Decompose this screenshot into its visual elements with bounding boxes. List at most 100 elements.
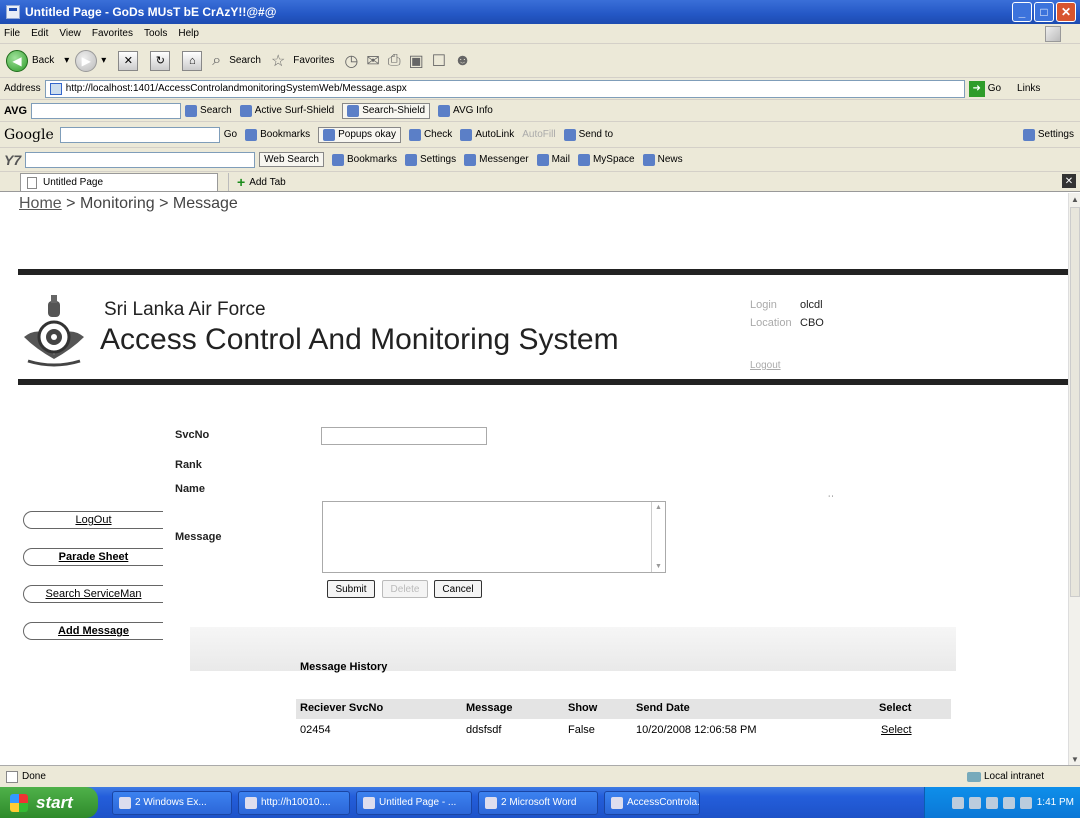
- maximize-button[interactable]: □: [1034, 2, 1054, 22]
- sidebar-logout-button[interactable]: LogOut: [23, 511, 163, 529]
- window-titlebar[interactable]: Untitled Page - GoDs MUsT bE CrAzY!!@#@ …: [0, 0, 1080, 24]
- messenger-icon[interactable]: ☻: [454, 52, 471, 70]
- mail-icon[interactable]: ✉: [366, 51, 379, 71]
- menu-edit[interactable]: Edit: [31, 28, 48, 39]
- search-shield-button[interactable]: Search-Shield: [342, 102, 431, 119]
- scroll-down-icon[interactable]: ▼: [1069, 753, 1080, 765]
- favorites-button[interactable]: Favorites: [293, 55, 334, 66]
- avg-search-button[interactable]: Search: [185, 104, 232, 117]
- task-access-control[interactable]: AccessControla...: [604, 790, 700, 815]
- news-icon: [642, 153, 655, 166]
- discuss-icon[interactable]: ☐: [432, 51, 446, 71]
- stop-icon[interactable]: ✕: [118, 50, 139, 71]
- clock[interactable]: 1:41 PM: [1037, 797, 1074, 808]
- autofill-button[interactable]: AutoFill: [522, 129, 555, 140]
- address-bar: Address http://localhost:1401/AccessCont…: [0, 78, 1080, 100]
- submit-button[interactable]: Submit: [327, 580, 375, 598]
- avg-info-button[interactable]: AVG Info: [438, 104, 493, 117]
- search-shield-label: Search-Shield: [362, 105, 426, 116]
- air-force-emblem-icon: [24, 295, 84, 367]
- task-untitled-page[interactable]: Untitled Page - ...: [356, 790, 472, 815]
- menu-file[interactable]: File: [4, 28, 20, 39]
- edit-icon[interactable]: ▣: [409, 51, 424, 71]
- tray-icon[interactable]: [1002, 796, 1015, 809]
- check-button[interactable]: Check: [408, 128, 452, 141]
- task-microsoft-word[interactable]: 2 Microsoft Word: [478, 790, 598, 815]
- messenger-button[interactable]: Messenger: [464, 153, 529, 166]
- myspace-label: MySpace: [592, 154, 635, 165]
- back-dropdown-icon[interactable]: ▾: [64, 55, 69, 66]
- svcno-input[interactable]: [321, 427, 487, 445]
- history-icon[interactable]: ◷: [344, 51, 358, 71]
- print-icon[interactable]: ⎙: [388, 52, 401, 70]
- tab-untitled-page[interactable]: Untitled Page: [20, 173, 218, 191]
- add-tab-button[interactable]: + Add Tab: [228, 173, 294, 191]
- cancel-button[interactable]: Cancel: [434, 580, 482, 598]
- menu-tools[interactable]: Tools: [144, 28, 167, 39]
- back-button[interactable]: Back: [32, 55, 54, 66]
- sidebar-add-message-button[interactable]: Add Message: [23, 622, 163, 640]
- task-browser-h10010[interactable]: http://h10010....: [238, 790, 350, 815]
- message-textarea[interactable]: ▲ ▼: [322, 501, 666, 573]
- page-scrollbar[interactable]: ▲ ▼: [1068, 193, 1080, 765]
- word-icon: [485, 796, 497, 809]
- send-to-button[interactable]: Send to: [563, 128, 613, 141]
- tray-icon[interactable]: [951, 796, 964, 809]
- scroll-up-icon[interactable]: ▲: [655, 504, 662, 511]
- yahoo-bookmarks-button[interactable]: Bookmarks: [331, 153, 397, 166]
- close-tab-icon[interactable]: ✕: [1062, 174, 1076, 188]
- sidebar-search-serviceman-button[interactable]: Search ServiceMan: [23, 585, 163, 603]
- go-button[interactable]: ➜ Go: [968, 80, 1001, 97]
- myspace-button[interactable]: MySpace: [577, 153, 635, 166]
- search-button[interactable]: Search: [229, 55, 261, 66]
- news-button[interactable]: News: [642, 153, 683, 166]
- start-button[interactable]: start: [0, 787, 98, 818]
- yahoo-settings-button[interactable]: Settings: [404, 153, 456, 166]
- mail-button[interactable]: Mail: [536, 153, 570, 166]
- forward-dropdown-icon[interactable]: ▾: [101, 55, 106, 66]
- tray-icon[interactable]: [985, 796, 998, 809]
- favorites-star-icon[interactable]: ☆: [271, 51, 285, 71]
- avg-toolbar: AVG Search Active Surf-Shield Search-Shi…: [0, 100, 1080, 122]
- task-windows-explorer[interactable]: 2 Windows Ex...: [112, 790, 232, 815]
- forward-arrow-icon[interactable]: ▶: [75, 49, 98, 72]
- menu-view[interactable]: View: [59, 28, 81, 39]
- sidebar-parade-sheet-button[interactable]: Parade Sheet: [23, 548, 163, 566]
- autolink-button[interactable]: AutoLink: [460, 128, 514, 141]
- decorative-mark: ˙˙: [828, 495, 835, 506]
- page-icon: [27, 176, 37, 189]
- menu-help[interactable]: Help: [178, 28, 199, 39]
- scroll-down-icon[interactable]: ▼: [655, 563, 662, 570]
- refresh-icon[interactable]: ↻: [150, 50, 171, 71]
- delete-button[interactable]: Delete: [382, 580, 428, 598]
- links-button[interactable]: Links: [1017, 83, 1040, 94]
- google-settings-button[interactable]: Settings: [1022, 128, 1074, 141]
- header-logout-link[interactable]: Logout: [750, 360, 781, 371]
- breadcrumb: Home > Monitoring > Message: [19, 195, 238, 213]
- row-select-link[interactable]: Select: [881, 724, 912, 736]
- web-search-button[interactable]: Web Search: [259, 152, 324, 167]
- scroll-thumb[interactable]: [1070, 207, 1080, 597]
- tray-icon[interactable]: [1019, 796, 1032, 809]
- avg-search-label: Search: [200, 105, 232, 116]
- textarea-scrollbar[interactable]: ▲ ▼: [651, 502, 665, 572]
- task-label: 2 Microsoft Word: [501, 797, 577, 808]
- close-button[interactable]: ✕: [1056, 2, 1076, 22]
- google-go-button[interactable]: Go: [224, 129, 237, 140]
- active-surf-shield-button[interactable]: Active Surf-Shield: [239, 104, 334, 117]
- scroll-up-icon[interactable]: ▲: [1069, 193, 1080, 205]
- bookmarks-button[interactable]: Bookmarks: [245, 128, 310, 141]
- google-search-input[interactable]: [59, 126, 220, 143]
- popups-button[interactable]: Popups okay: [318, 126, 401, 143]
- yahoo-search-input[interactable]: [25, 151, 256, 168]
- minimize-button[interactable]: _: [1012, 2, 1032, 22]
- breadcrumb-home[interactable]: Home: [19, 195, 62, 212]
- search-icon[interactable]: ⌕: [212, 52, 221, 70]
- info-icon: [438, 104, 451, 117]
- home-icon[interactable]: ⌂: [182, 50, 203, 71]
- back-arrow-icon[interactable]: ◀: [6, 49, 28, 72]
- address-input[interactable]: http://localhost:1401/AccessControlandmo…: [44, 79, 965, 98]
- tray-icon[interactable]: [968, 796, 981, 809]
- avg-search-input[interactable]: [31, 102, 182, 119]
- menu-favorites[interactable]: Favorites: [92, 28, 133, 39]
